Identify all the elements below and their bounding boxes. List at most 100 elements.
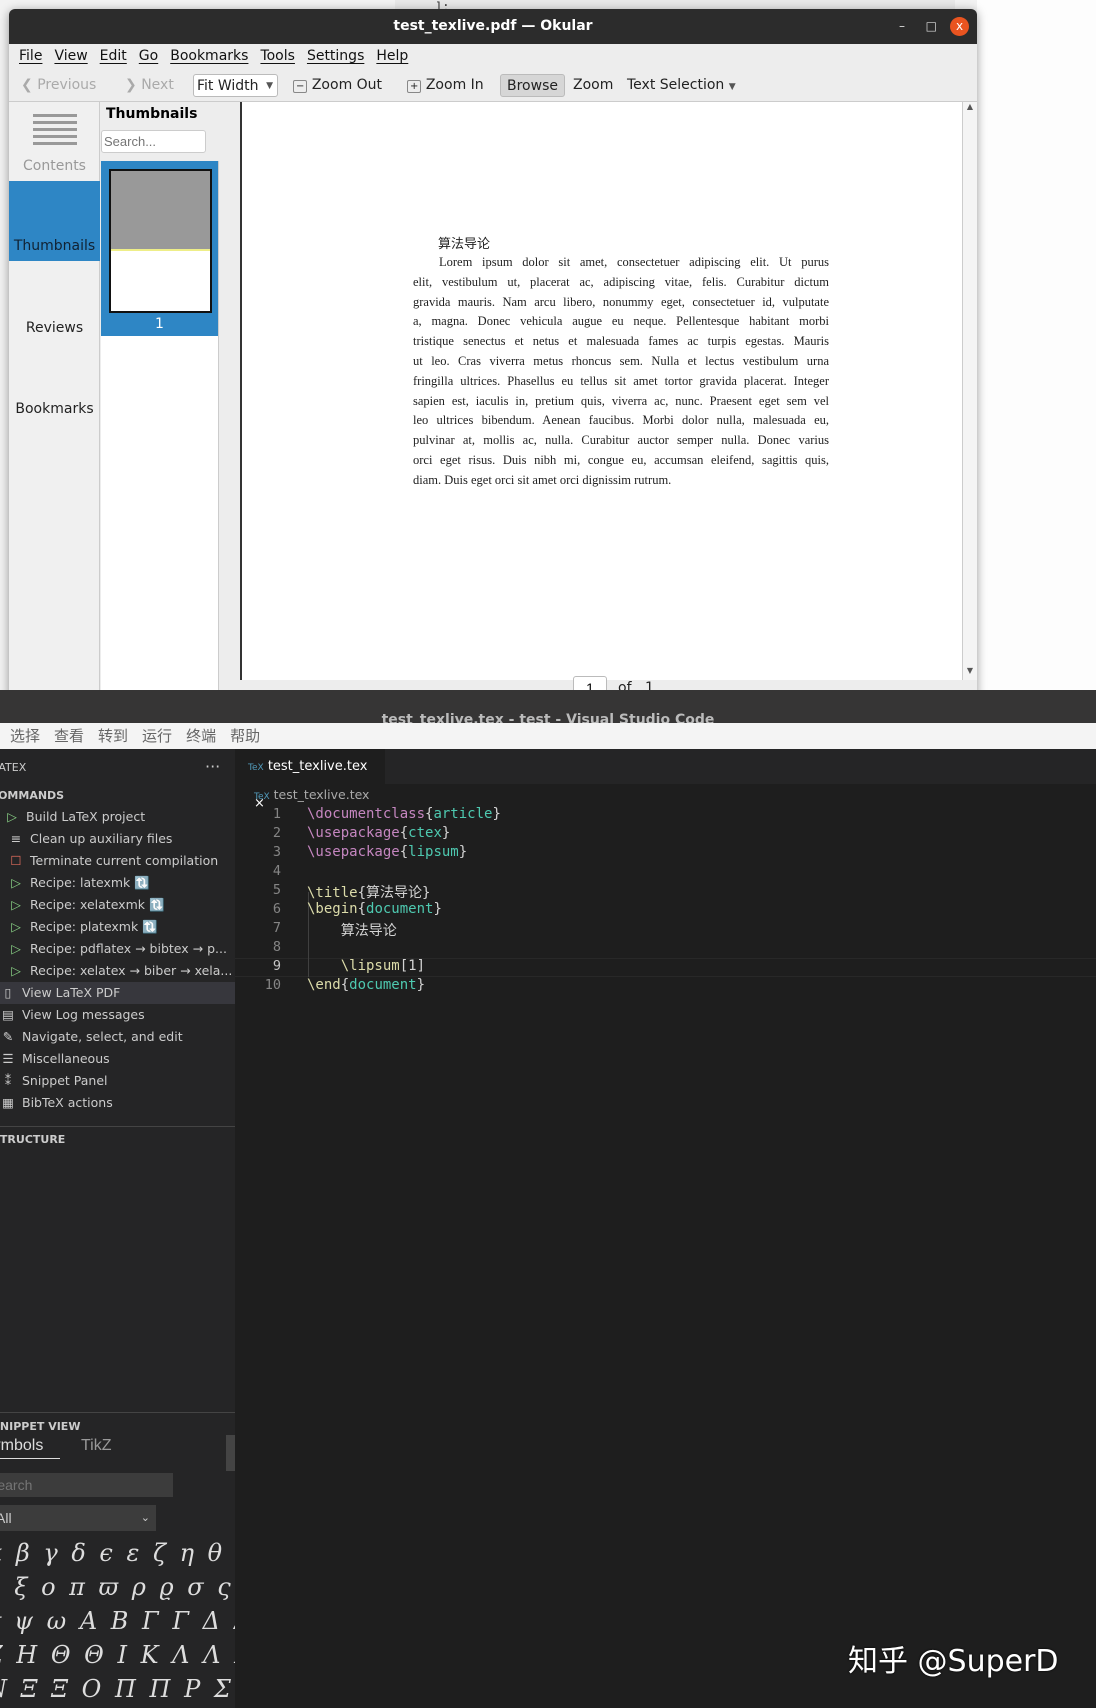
divider — [0, 1412, 235, 1413]
snippet-tab-symbols[interactable]: Symbols — [0, 1437, 60, 1459]
menu-go[interactable]: Go — [139, 44, 158, 68]
command-label: Recipe: xelatex → biber → xela... — [30, 963, 233, 978]
code-token: document — [349, 977, 417, 993]
structure-section-title[interactable]: STRUCTURE — [0, 1133, 65, 1146]
code-token: \title — [307, 885, 358, 901]
command-label: View Log messages — [22, 1007, 145, 1022]
code-token: } — [441, 825, 451, 841]
snippet-filter-select[interactable]: All ⌄ — [0, 1505, 156, 1531]
menu-tools[interactable]: Tools — [260, 44, 295, 68]
menu-view[interactable]: 查看 — [54, 723, 84, 749]
previous-button[interactable]: ❮ Previous — [15, 74, 102, 97]
document-line: tristique senectus et netus et malesuada… — [413, 334, 829, 349]
command-label: Terminate current compilation — [30, 853, 219, 868]
menu-go[interactable]: 转到 — [98, 723, 128, 749]
code-line[interactable]: \documentclass{article} — [307, 806, 501, 825]
thumbnail-page-1[interactable]: 1 — [101, 161, 218, 336]
sidebar-tab-bookmarks[interactable]: Bookmarks — [9, 401, 100, 417]
okular-window: test_texlive.pdf — Okular – □ x File Vie… — [9, 9, 977, 700]
command-item[interactable]: ✎ Navigate, select, and edit — [0, 1026, 235, 1048]
chevron-right-icon: ❯ — [125, 77, 142, 93]
command-item[interactable]: ▤ View Log messages — [0, 1004, 235, 1026]
zoom-out-button[interactable]: − Zoom Out — [287, 74, 388, 97]
command-item[interactable]: ▷ Recipe: platexmk 🔃 — [0, 916, 235, 938]
document-line: elit, vestibulum ut, placerat ac, adipis… — [413, 274, 829, 289]
code-line[interactable]: \title{算法导论} — [307, 882, 430, 901]
clear-icon: ≡ — [10, 831, 22, 846]
command-item[interactable]: ⁑ Snippet Panel — [0, 1070, 235, 1092]
zoom-tool-button[interactable]: Zoom — [567, 74, 619, 97]
code-token: { — [340, 977, 350, 993]
code-line[interactable]: \begin{document} — [307, 901, 442, 920]
sidebar-tab-thumbnails[interactable]: Thumbnails — [9, 181, 100, 261]
code-line[interactable]: \end{document} — [307, 977, 425, 996]
play-icon: ▷ — [7, 809, 17, 824]
command-item[interactable]: ☐ Terminate current compilation — [0, 850, 235, 872]
minimize-button[interactable]: – — [899, 9, 905, 44]
vscode-title-bar: test_texlive.tex - test - Visual Studio … — [0, 690, 1096, 728]
thumbnail-search-input[interactable] — [101, 130, 206, 153]
code-token: } — [433, 901, 442, 917]
command-item[interactable]: ▦ BibTeX actions — [0, 1092, 235, 1114]
menu-selection[interactable]: 选择 — [10, 723, 40, 749]
menu-view[interactable]: View — [54, 44, 87, 68]
command-item[interactable]: ▷ Recipe: xelatexmk 🔃 — [0, 894, 235, 916]
line-number: 6 — [272, 901, 281, 917]
text-selection-button[interactable]: Text Selection ▼ — [621, 74, 742, 97]
browse-tool-button[interactable]: Browse — [500, 74, 565, 97]
zoom-select[interactable]: Fit Width ▼ — [193, 74, 278, 97]
command-item[interactable]: ▯ View LaTeX PDF — [0, 982, 235, 1004]
menu-help[interactable]: Help — [376, 44, 408, 68]
snippet-search-input[interactable] — [0, 1473, 173, 1497]
close-button[interactable]: x — [950, 17, 969, 36]
menu-settings[interactable]: Settings — [307, 44, 364, 68]
command-item[interactable]: ▷ Build LaTeX project — [0, 806, 235, 828]
code-line[interactable]: 算法导论 — [307, 920, 397, 939]
code-token: \usepackage — [307, 825, 400, 841]
chevron-down-icon: ⌄ — [140, 1512, 150, 1524]
command-item[interactable]: ≡ Clean up auxiliary files — [0, 828, 235, 850]
divider — [0, 1126, 235, 1127]
command-item[interactable]: ▷ Recipe: xelatex → biber → xela... — [0, 960, 235, 982]
snippet-tab-tikz[interactable]: TikZ — [81, 1437, 112, 1455]
editor-tab[interactable]: TeX test_texlive.tex × — [235, 749, 385, 811]
menu-terminal[interactable]: 终端 — [186, 723, 216, 749]
commands-section-title[interactable]: COMMANDS — [0, 789, 64, 802]
command-item[interactable]: ☰ Miscellaneous — [0, 1048, 235, 1070]
tex-file-icon: TeX — [254, 792, 270, 802]
snippet-section-title[interactable]: SNIPPET VIEW — [0, 1420, 80, 1433]
document-line: sapien est, iaculis in, pretium quis, vi… — [413, 393, 829, 408]
sidebar-tabs: Contents Thumbnails Reviews Bookmarks — [9, 102, 100, 700]
play-icon: ▷ — [11, 875, 21, 890]
code-line[interactable]: \usepackage{lipsum} — [307, 844, 467, 863]
sidebar-tab-reviews[interactable]: Reviews — [9, 320, 100, 336]
code-token: \end — [307, 977, 341, 993]
code-token: } — [492, 806, 501, 822]
symbol-row[interactable]: Ζ Η Θ Θ Ι Κ Λ Λ Μ — [0, 1641, 262, 1669]
document-view[interactable]: 算法导论 Lorem ipsum dolor sit amet, consect… — [240, 102, 977, 680]
sidebar-tab-contents[interactable]: Contents — [9, 102, 100, 175]
more-actions-icon[interactable]: ··· — [205, 757, 220, 776]
command-item[interactable]: ▷ Recipe: pdflatex → bibtex → p... — [0, 938, 235, 960]
menu-file[interactable]: File — [19, 44, 42, 68]
stop-icon: ☐ — [10, 853, 22, 868]
menu-edit[interactable]: Edit — [100, 44, 127, 68]
code-line[interactable]: \usepackage{ctex} — [307, 825, 450, 844]
code-line[interactable]: \lipsum[1] — [307, 958, 425, 977]
command-label: Navigate, select, and edit — [22, 1029, 183, 1044]
breadcrumb[interactable]: TeX test_texlive.tex — [254, 787, 369, 802]
next-button[interactable]: ❯ Next — [119, 74, 180, 97]
maximize-button[interactable]: □ — [926, 9, 937, 44]
bib-icon: ▦ — [2, 1095, 14, 1110]
vertical-scrollbar[interactable]: ▲ ▼ — [962, 102, 977, 680]
symbol-row[interactable]: Ν Ξ Ξ Ο Π Π Ρ Σ Σ — [0, 1675, 264, 1703]
code-token: lipsum — [408, 844, 459, 860]
menu-help[interactable]: 帮助 — [230, 723, 260, 749]
menu-bookmarks[interactable]: Bookmarks — [170, 44, 248, 68]
zoom-in-button[interactable]: + Zoom In — [401, 74, 490, 97]
command-item[interactable]: ▷ Recipe: latexmk 🔃 — [0, 872, 235, 894]
menu-run[interactable]: 运行 — [142, 723, 172, 749]
menu-bar: File View Edit Go Bookmarks Tools Settin… — [9, 44, 977, 68]
snippet-scrollbar[interactable] — [226, 1435, 235, 1471]
command-label: Recipe: pdflatex → bibtex → p... — [30, 941, 227, 956]
